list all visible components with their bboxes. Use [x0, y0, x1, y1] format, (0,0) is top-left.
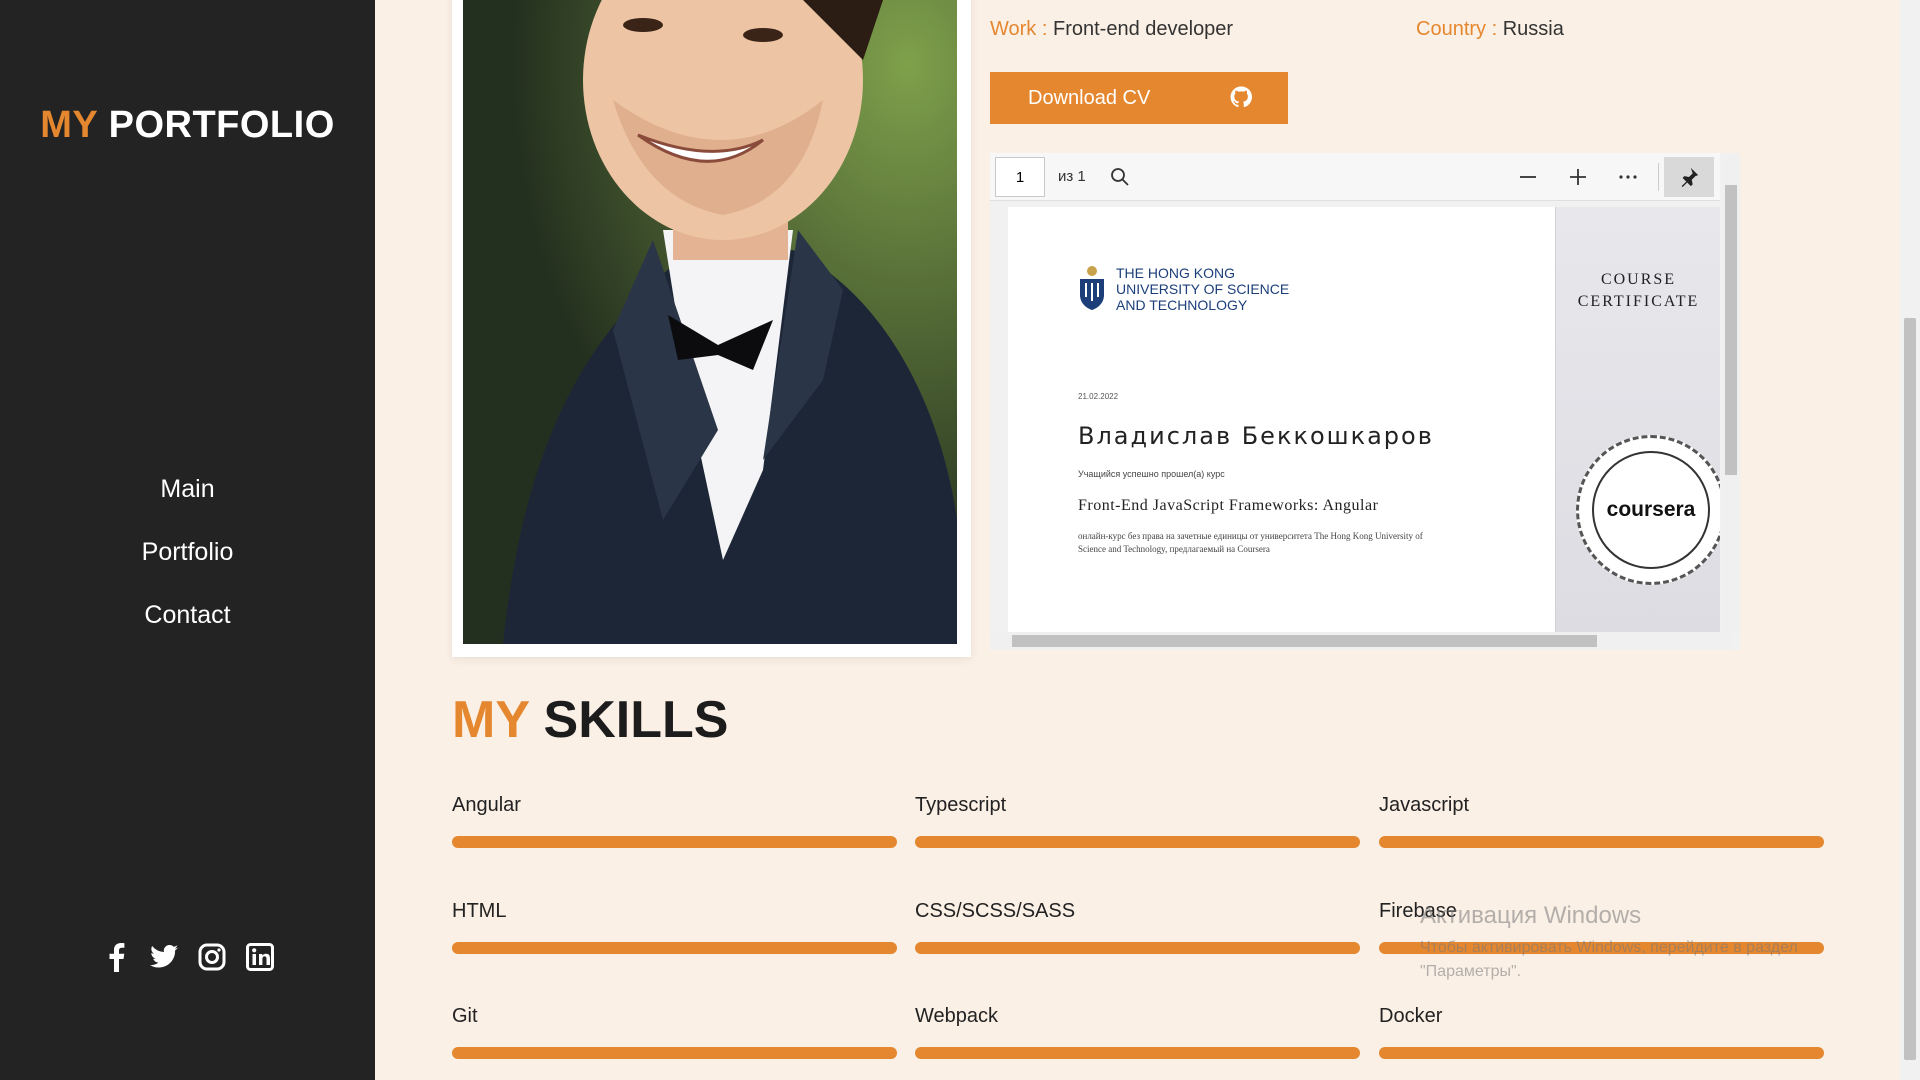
logo-main: PORTFOLIO [108, 104, 335, 146]
skill-bar [452, 1047, 897, 1059]
pdf-horizontal-scroll-thumb[interactable] [1012, 635, 1597, 647]
skill-item: Angular [452, 794, 897, 848]
skill-label: Docker [1379, 1005, 1443, 1027]
main-nav: Main Portfolio Contact [0, 468, 375, 657]
university-name: THE HONG KONG UNIVERSITY OF SCIENCE AND … [1116, 265, 1290, 313]
pdf-horizontal-scrollbar[interactable] [990, 632, 1730, 650]
sidebar: MY PORTFOLIO Main Portfolio Contact [0, 0, 375, 1080]
side-title-line-2: CERTIFICATE [1577, 293, 1700, 310]
skill-bar [452, 836, 897, 848]
more-options-icon[interactable] [1616, 165, 1640, 189]
page-scrollbar[interactable] [1900, 0, 1920, 1080]
logo-accent: MY [40, 104, 98, 146]
skill-label: Angular [452, 794, 521, 816]
certificate-side-panel: COURSE CERTIFICATE coursera [1555, 207, 1720, 632]
download-cv-button[interactable]: Download CV [990, 72, 1288, 124]
country-info: Country : Russia [1416, 18, 1564, 41]
skill-item: Javascript [1379, 794, 1824, 848]
skill-item: Webpack [915, 1005, 1360, 1059]
nav-item-contact[interactable]: Contact [0, 594, 375, 657]
pdf-toolbar: из 1 [990, 153, 1720, 201]
skill-label: Typescript [915, 794, 1007, 816]
skill-bar [1379, 1047, 1824, 1059]
skill-bar [1379, 836, 1824, 848]
nav-item-portfolio[interactable]: Portfolio [0, 531, 375, 594]
twitter-icon[interactable] [149, 942, 179, 972]
skill-item: Git [452, 1005, 897, 1059]
pin-icon [1681, 167, 1699, 188]
skill-label: HTML [452, 900, 507, 922]
skill-bar [915, 836, 1360, 848]
page-count: из 1 [1058, 168, 1086, 185]
site-logo[interactable]: MY PORTFOLIO [0, 104, 375, 147]
skill-label: Javascript [1379, 794, 1470, 816]
pdf-vertical-scrollbar[interactable] [1722, 153, 1740, 632]
skill-item: CSS/SCSS/SASS [915, 900, 1360, 954]
certificate-course: Front-End JavaScript Frameworks: Angular [1078, 497, 1379, 514]
country-value: Russia [1502, 18, 1564, 40]
zoom-in-icon[interactable] [1566, 165, 1590, 189]
skills-title: MY SKILLS [452, 690, 728, 750]
skills-title-main: SKILLS [543, 691, 729, 749]
instagram-icon[interactable] [197, 942, 227, 972]
pdf-vertical-scroll-thumb[interactable] [1725, 185, 1737, 475]
coursera-seal: coursera [1576, 435, 1720, 585]
skill-item: Docker [1379, 1005, 1824, 1059]
page-number-input[interactable] [995, 157, 1045, 197]
skill-label: CSS/SCSS/SASS [915, 900, 1076, 922]
zoom-out-icon[interactable] [1516, 165, 1540, 189]
certificate-recipient: Владислав Беккошкаров [1078, 422, 1434, 450]
skills-title-accent: MY [452, 691, 530, 749]
skill-bar [915, 1047, 1360, 1059]
linkedin-icon[interactable] [245, 942, 275, 972]
profile-photo-frame [452, 0, 971, 657]
side-title-line-1: COURSE [1600, 271, 1677, 288]
country-label: Country : [1416, 18, 1498, 40]
windows-activation-watermark: Активация Windows Чтобы активировать Win… [1420, 902, 1860, 984]
certificate-description: онлайн-курс без права на зачетные единиц… [1078, 531, 1423, 554]
university-logo-icon [1080, 266, 1104, 310]
certificate-passed-text: Учащийся успешно прошел(а) курс [1078, 469, 1225, 479]
work-value: Front-end developer [1052, 18, 1234, 40]
work-label: Work : [990, 18, 1048, 40]
pin-button[interactable] [1664, 157, 1714, 197]
work-info: Work : Front-end developer [990, 18, 1233, 41]
skill-item: HTML [452, 900, 897, 954]
page-scroll-thumb[interactable] [1904, 318, 1916, 1060]
skill-bar [915, 942, 1360, 954]
skill-label: Git [452, 1005, 478, 1027]
skill-item: Typescript [915, 794, 1360, 848]
skill-bar [452, 942, 897, 954]
profile-photo [463, 0, 957, 644]
nav-item-main[interactable]: Main [0, 468, 375, 531]
seal-word: coursera [1606, 498, 1696, 521]
certificate-date: 21.02.2022 [1078, 392, 1119, 401]
search-icon[interactable] [1108, 165, 1132, 189]
pdf-viewer: из 1 THE HONG KONG UNIVERSITY OF SCIENCE… [990, 153, 1740, 650]
social-links [0, 942, 375, 972]
watermark-text: Чтобы активировать Windows, перейдите в … [1420, 939, 1798, 980]
certificate-page: THE HONG KONG UNIVERSITY OF SCIENCE AND … [1008, 207, 1720, 632]
download-cv-label: Download CV [1028, 86, 1151, 109]
facebook-icon[interactable] [101, 942, 131, 972]
watermark-title: Активация Windows [1420, 902, 1642, 929]
skill-label: Webpack [915, 1005, 999, 1027]
toolbar-divider [1658, 163, 1659, 191]
github-icon[interactable] [1230, 86, 1252, 114]
certificate-side-title: COURSE CERTIFICATE [1556, 269, 1720, 313]
